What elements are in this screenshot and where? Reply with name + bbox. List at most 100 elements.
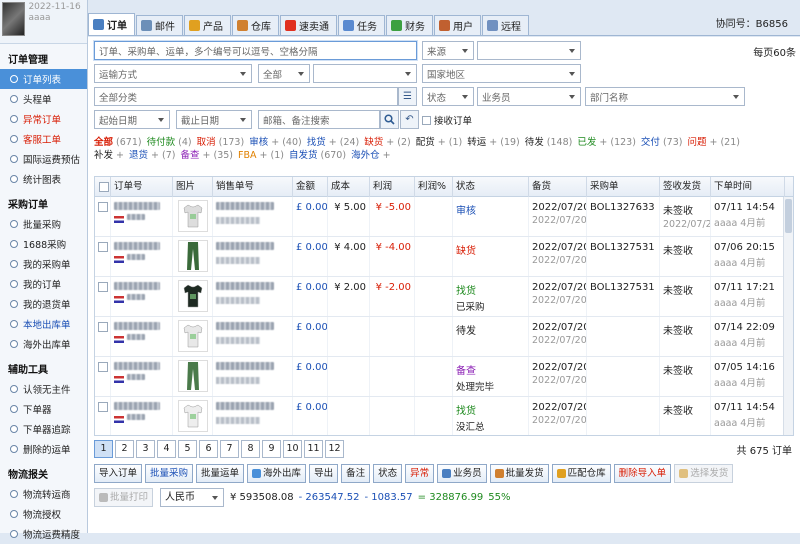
column-header[interactable]: 图片 [173,177,213,197]
page-button[interactable]: 11 [304,440,323,458]
order-status[interactable]: 备查 [456,366,476,377]
sidebar-item[interactable]: 物流运费精度 [0,524,87,544]
status-filter[interactable]: 配货 + (1) [416,137,462,148]
page-button[interactable]: 9 [262,440,281,458]
purchase-order[interactable]: BOL1327531 [590,242,655,253]
action-button[interactable]: 状态 [373,464,403,483]
order-status[interactable]: 待发 [456,326,476,337]
status-filter[interactable]: 补发 + [94,150,124,161]
action-button[interactable]: 备注 [341,464,371,483]
column-header[interactable]: 备货 [529,177,587,197]
currency-select[interactable]: 人民币 [160,488,225,507]
status-filter[interactable]: 自发货 (670) [289,150,346,161]
sidebar-item[interactable]: 海外出库单 [0,334,87,354]
product-image[interactable] [177,360,208,392]
tab-订单[interactable]: 订单 [88,13,135,35]
row-checkbox[interactable] [98,362,108,372]
product-image[interactable] [177,240,208,272]
tab-速卖通[interactable]: 速卖通 [280,15,337,35]
column-header[interactable]: 销售单号 [213,177,293,197]
page-button[interactable]: 7 [220,440,239,458]
action-button[interactable]: 选择发货 [674,464,734,483]
order-number-redacted[interactable] [114,202,160,210]
batch-print-button[interactable]: 批量打印 [94,488,154,507]
sales-number-redacted[interactable] [216,202,274,210]
row-checkbox[interactable] [98,322,108,332]
email-search-input[interactable]: 邮箱、备注搜索 [258,110,380,129]
order-status[interactable]: 审核 [456,206,476,217]
order-status[interactable]: 找货 [456,286,476,297]
table-scrollbar[interactable] [783,197,793,435]
tab-任务[interactable]: 任务 [338,15,385,35]
order-number-redacted[interactable] [114,282,160,290]
page-button[interactable]: 2 [115,440,134,458]
action-button[interactable]: 业务员 [437,464,487,483]
shipping-detail-select[interactable] [313,64,417,83]
category-select[interactable]: 全部分类 [94,87,398,106]
sidebar-item[interactable]: 下单器 [0,399,87,419]
source-select[interactable]: 来源 [422,41,474,60]
search-icon[interactable] [380,110,399,129]
purchase-order[interactable]: BOL1327633 [590,202,655,213]
salesman-select[interactable]: 业务员 [477,87,581,106]
table-row[interactable]: £ 0.00 ¥ 2.00 ¥ -2.00 找货 已采购 2022/07/20 2022/0… [95,277,793,317]
sales-number-redacted[interactable] [216,282,274,290]
receive-order-checkbox[interactable] [422,115,431,125]
product-image[interactable] [177,280,208,312]
row-checkbox[interactable] [98,242,108,252]
start-date-input[interactable]: 起始日期 [94,110,170,129]
column-header[interactable]: 金额 [293,177,328,197]
list-icon[interactable]: ☰ [398,87,417,106]
sidebar-item[interactable]: 客服工单 [0,129,87,149]
action-button[interactable]: 海外出库 [247,464,307,483]
page-button[interactable]: 5 [178,440,197,458]
tab-财务[interactable]: 财务 [386,15,433,35]
purchase-order[interactable]: BOL1327531 [590,282,655,293]
dept-select[interactable]: 部门名称 [585,87,745,106]
status-filter[interactable]: 全部 (671) [94,137,142,148]
sidebar-item[interactable]: 1688采购 [0,234,87,254]
status-filter[interactable]: 备查 + (35) [180,150,233,161]
status-filter[interactable]: 海外仓 + [351,150,391,161]
status-filter[interactable]: 找货 + (24) [307,137,360,148]
sidebar-item[interactable]: 物流转运商 [0,484,87,504]
sidebar-item[interactable]: 认领无主件 [0,379,87,399]
status-filter[interactable]: 待付款 (4) [147,137,192,148]
page-button[interactable]: 4 [157,440,176,458]
status-filter[interactable]: 审核 + (40) [249,137,302,148]
action-button[interactable]: 批量运单 [196,464,245,483]
avatar[interactable] [2,2,26,36]
action-button[interactable]: 异常 [405,464,435,483]
table-row[interactable]: £ 0.00 ¥ 5.00 ¥ -5.00 审核 2022/07/20 2022/07/2… [95,197,793,237]
tab-仓库[interactable]: 仓库 [232,15,279,35]
column-header[interactable]: 采购单 [587,177,660,197]
sidebar-item[interactable]: 国际运费预估 [0,149,87,169]
row-checkbox[interactable] [98,202,108,212]
page-button[interactable]: 8 [241,440,260,458]
per-page-select[interactable]: 每页60条 [753,44,796,59]
order-search-input[interactable]: 订单、采购单、运单，多个编号可以逗号、空格分隔 [94,41,417,60]
page-button[interactable]: 10 [283,440,302,458]
sales-number-redacted[interactable] [216,242,274,250]
action-button[interactable]: 批量采购 [145,464,194,483]
action-button[interactable]: 批量发货 [489,464,549,483]
order-status[interactable]: 缺货 [456,246,476,257]
status-filter[interactable]: 待发 (148) [525,137,573,148]
sidebar-item[interactable]: 头程单 [0,89,87,109]
order-number-redacted[interactable] [114,242,160,250]
sidebar-item[interactable]: 异常订单 [0,109,87,129]
sales-number-redacted[interactable] [216,402,274,410]
column-header[interactable]: 签收发货 [660,177,711,197]
sales-number-redacted[interactable] [216,362,274,370]
table-row[interactable]: £ 0.00 备查 处理完毕 2022/07/20 2022/07/20 未签收 07/05… [95,357,793,397]
status-filter[interactable]: 转运 + (19) [467,137,520,148]
product-image[interactable] [177,400,208,432]
column-header[interactable]: 订单号 [111,177,173,197]
scrollbar-thumb[interactable] [785,199,792,233]
page-button[interactable]: 1 [94,440,113,458]
reset-icon[interactable]: ↶ [400,110,419,129]
status-select[interactable]: 状态 [422,87,474,106]
page-button[interactable]: 3 [136,440,155,458]
status-filter[interactable]: 退货 + (7) [129,150,175,161]
tab-远程[interactable]: 远程 [482,15,529,35]
